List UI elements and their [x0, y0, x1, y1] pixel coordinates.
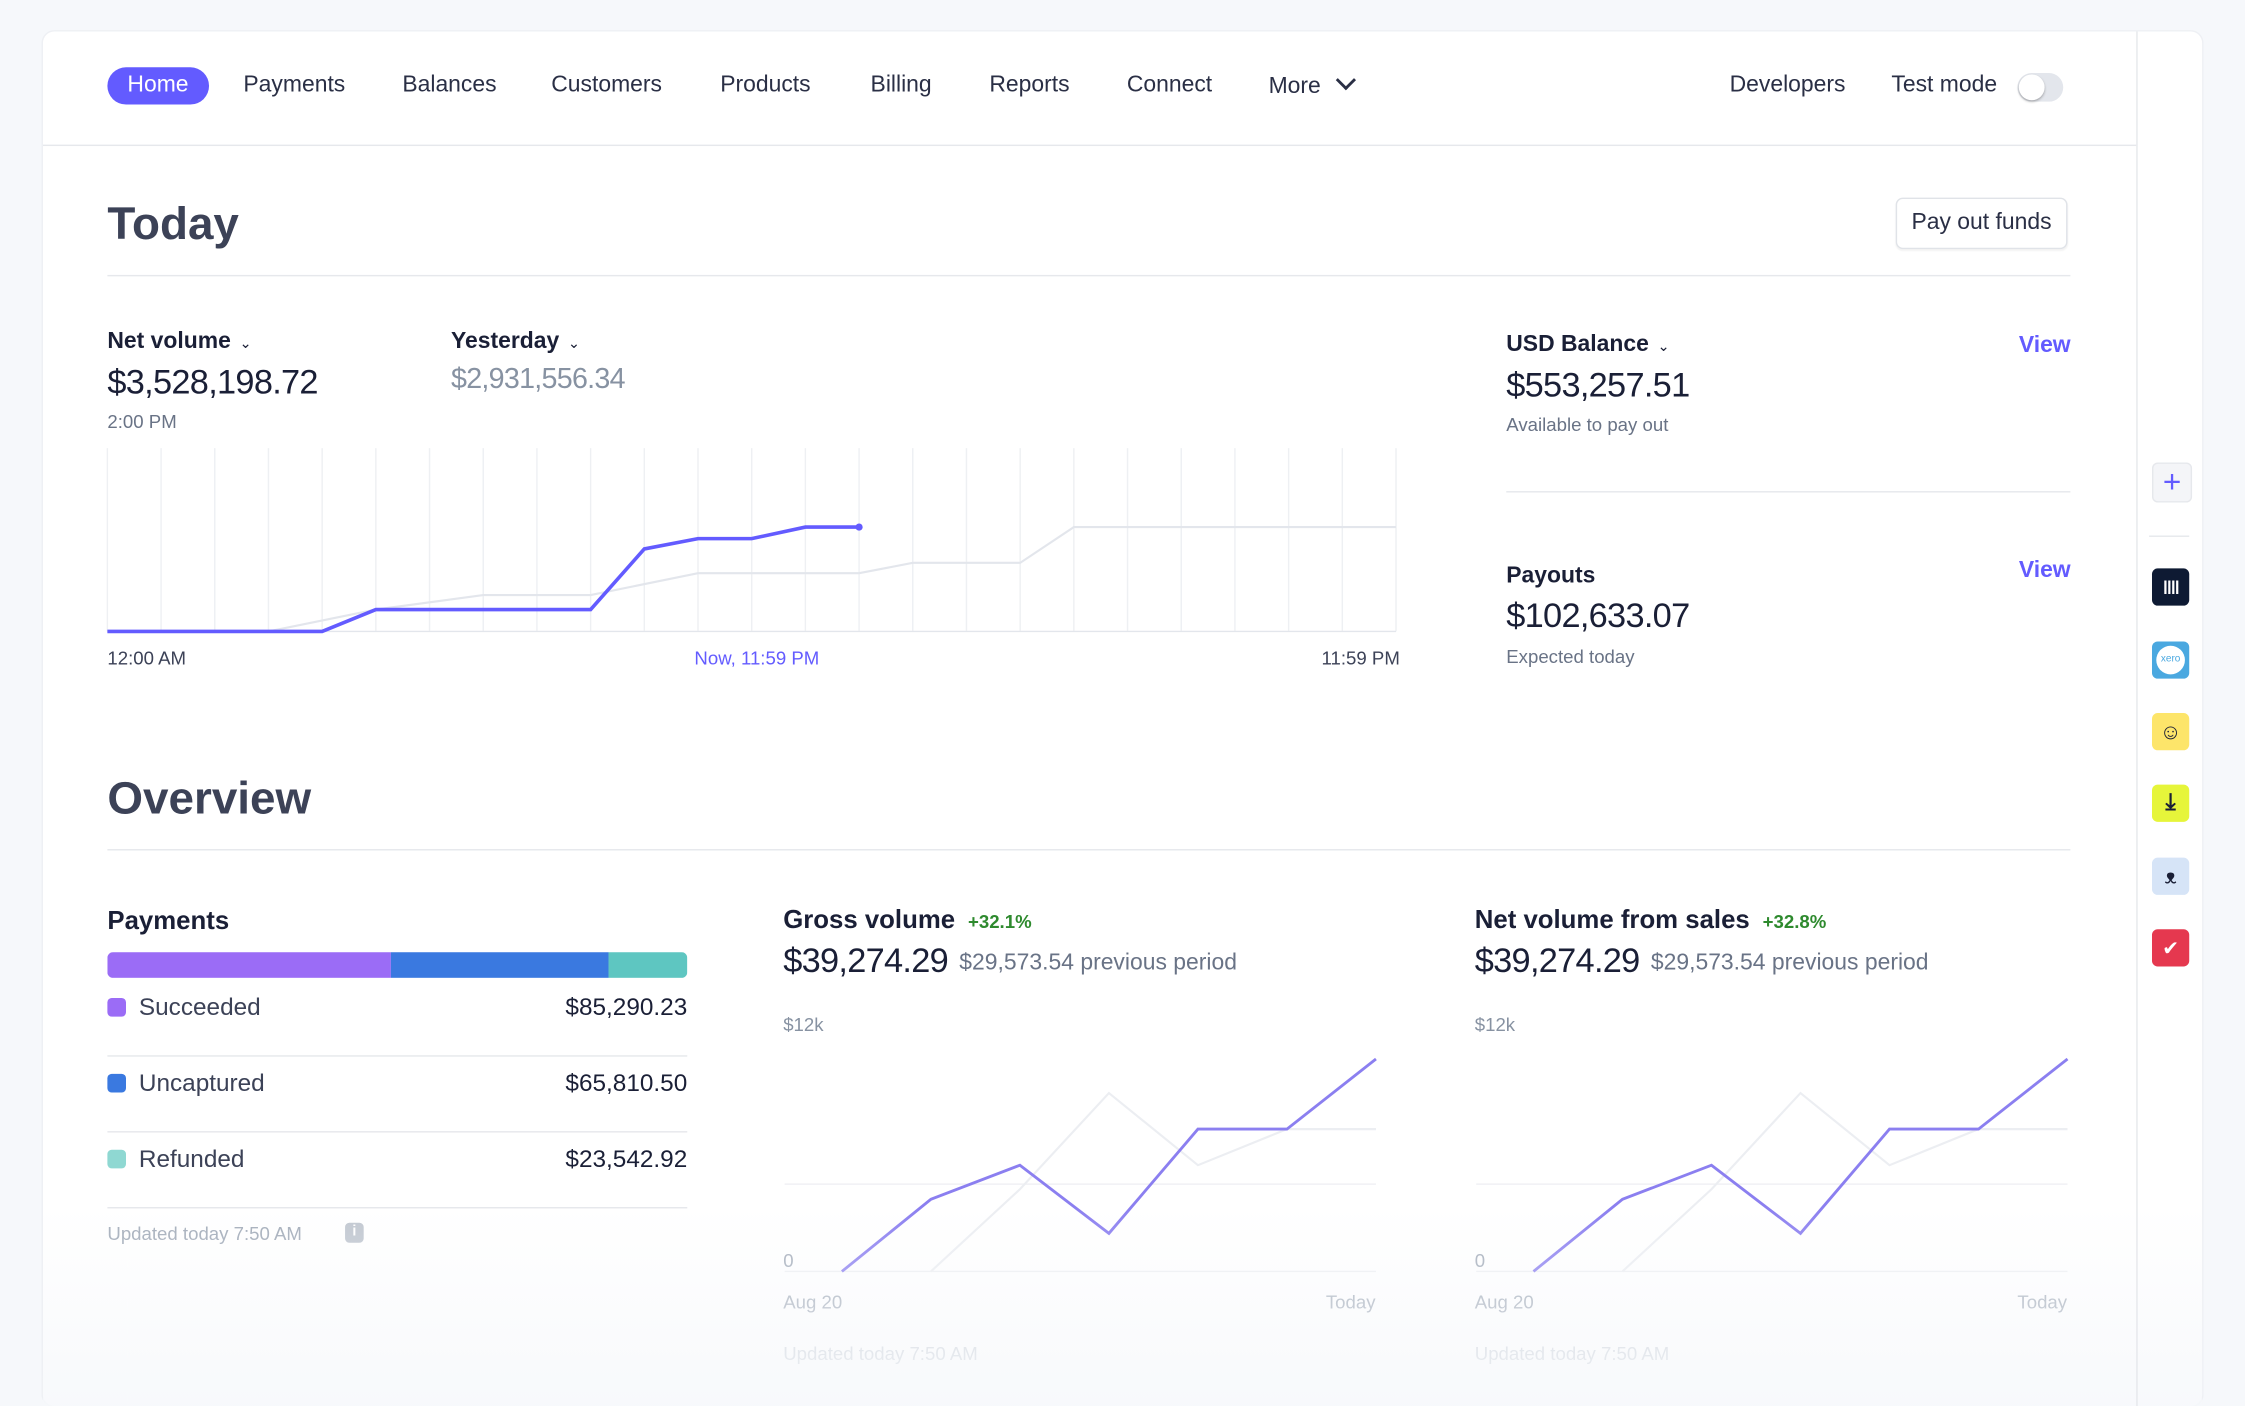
chevron-down-icon: [1335, 70, 1356, 91]
net-volume-time: 2:00 PM: [107, 410, 177, 433]
bar-segment-succeeded: [107, 952, 391, 978]
compare-dropdown[interactable]: Yesterday ⌄: [451, 329, 580, 355]
intercom-icon[interactable]: ‖‖: [2151, 568, 2190, 606]
legend-dot: [107, 997, 126, 1017]
row-name: Refunded: [138, 1145, 245, 1173]
chat-check-icon[interactable]: ✔: [2151, 929, 2190, 967]
gross-title-text: Gross volume: [783, 904, 956, 934]
bar-segment-uncaptured: [390, 952, 610, 978]
row-value: $23,542.92: [565, 1145, 688, 1173]
payments-row-refunded[interactable]: Refunded $23,542.92: [107, 1131, 688, 1209]
payments-title: Payments: [107, 906, 230, 935]
payments-row-succeeded[interactable]: Succeeded $85,290.23: [107, 979, 688, 1057]
nav-billing[interactable]: Billing: [871, 67, 932, 104]
nav-payments[interactable]: Payments: [243, 67, 345, 104]
overview-title: Overview: [107, 771, 312, 824]
top-nav: Home Payments Balances Customers Product…: [42, 31, 2137, 147]
payouts-view-link[interactable]: View: [2019, 558, 2071, 584]
compare-value: $2,931,556.34: [451, 363, 626, 396]
y-tick-0: 0: [783, 1249, 794, 1272]
info-icon[interactable]: i: [345, 1222, 364, 1243]
nav-home[interactable]: Home: [107, 67, 209, 105]
legend-dot: [107, 1149, 126, 1169]
payouts-sub: Expected today: [1506, 645, 1635, 668]
series-line-current: [1532, 1057, 2069, 1273]
series-line-current: [840, 1057, 1377, 1273]
divider: [107, 849, 2071, 851]
test-mode-label: Test mode: [1891, 73, 1998, 98]
usd-balance-sub: Available to pay out: [1506, 413, 1669, 436]
row-value: $65,810.50: [565, 1069, 688, 1097]
x-tick-start: 12:00 AM: [107, 647, 187, 669]
x-tick-end: 11:59 PM: [1321, 647, 1400, 669]
row-value: $85,290.23: [565, 993, 688, 1021]
pay-out-funds-button[interactable]: Pay out funds: [1895, 197, 2068, 250]
net-sales-value: $39,274.29: [1474, 942, 1641, 981]
xero-icon[interactable]: xero: [2151, 641, 2190, 679]
usd-balance-view-link[interactable]: View: [2019, 334, 2071, 360]
net-sales-previous: $29,573.54 previous period: [1650, 950, 1929, 976]
payouts-value: $102,633.07: [1506, 597, 1690, 636]
payments-row-uncaptured[interactable]: Uncaptured $65,810.50: [107, 1055, 688, 1133]
nav-connect[interactable]: Connect: [1127, 67, 1212, 104]
net-sales-change-badge: +32.8%: [1762, 910, 1827, 933]
compare-label: Yesterday: [451, 329, 560, 354]
plus-icon[interactable]: +: [2151, 462, 2193, 503]
net-volume-value: $3,528,198.72: [107, 363, 318, 403]
nav-products[interactable]: Products: [720, 67, 810, 104]
gross-volume-title: Gross volume +32.1%: [783, 905, 1031, 935]
net-sales-chart: [1476, 1057, 2069, 1273]
dashboard-card: Home Payments Balances Customers Product…: [42, 31, 2203, 1406]
row-name: Succeeded: [138, 993, 261, 1021]
usd-balance-dropdown[interactable]: USD Balance ⌄: [1506, 332, 1669, 358]
row-name: Uncaptured: [138, 1069, 265, 1097]
chevron-down-icon: ⌄: [1657, 339, 1670, 356]
x-tick-start: Aug 20: [1474, 1291, 1534, 1313]
net-volume-label: Net volume: [107, 329, 231, 354]
x-tick-end: Today: [2017, 1291, 2068, 1313]
divider: [1506, 491, 2071, 493]
net-sales-title: Net volume from sales +32.8%: [1475, 905, 1827, 935]
gross-updated: Updated today 7:50 AM: [783, 1343, 978, 1365]
payments-breakdown-bar: [107, 952, 688, 978]
net-sales-updated: Updated today 7:50 AM: [1474, 1343, 1670, 1365]
nav-more[interactable]: More: [1268, 67, 1356, 106]
divider: [2149, 535, 2190, 537]
chevron-down-icon: ⌄: [567, 336, 580, 353]
x-tick-start: Aug 20: [783, 1291, 843, 1313]
bar-segment-refunded: [609, 952, 688, 978]
bottom-fade: [42, 1205, 2203, 1406]
x-tick-end: Today: [1325, 1291, 1376, 1313]
payouts-label: Payouts: [1506, 564, 1596, 589]
chevron-down-icon: ⌄: [239, 336, 252, 353]
current-point: [855, 523, 863, 531]
download-icon[interactable]: ⤓: [2151, 784, 2190, 822]
gross-previous: $29,573.54 previous period: [959, 950, 1237, 976]
y-tick-12k: $12k: [783, 1013, 824, 1036]
owl-icon[interactable]: ᴥ: [2151, 857, 2190, 895]
net-volume-dropdown[interactable]: Net volume ⌄: [107, 329, 251, 355]
y-tick-12k: $12k: [1474, 1013, 1516, 1036]
divider: [107, 274, 2071, 277]
today-title: Today: [107, 197, 239, 250]
nav-customers[interactable]: Customers: [551, 67, 662, 104]
nav-balances[interactable]: Balances: [402, 67, 496, 104]
y-tick-0: 0: [1474, 1249, 1486, 1272]
nav-more-label: More: [1268, 74, 1321, 99]
nav-developers[interactable]: Developers: [1730, 67, 1846, 104]
gross-change-badge: +32.1%: [967, 910, 1032, 933]
nav-reports[interactable]: Reports: [989, 67, 1069, 104]
x-tick-now: Now, 11:59 PM: [694, 647, 820, 669]
apps-rail: + ‖‖ xero ☺ ⤓ ᴥ ✔: [2136, 31, 2203, 1406]
net-sales-title-text: Net volume from sales: [1474, 904, 1750, 934]
mailchimp-icon[interactable]: ☺: [2151, 713, 2190, 751]
legend-dot: [107, 1073, 126, 1093]
gross-volume-value: $39,274.29: [783, 942, 949, 981]
usd-balance-label: USD Balance: [1506, 332, 1649, 357]
usd-balance-value: $553,257.51: [1506, 366, 1690, 406]
test-mode-toggle[interactable]: [2017, 73, 2064, 102]
payments-updated: Updated today 7:50 AM: [107, 1222, 302, 1245]
